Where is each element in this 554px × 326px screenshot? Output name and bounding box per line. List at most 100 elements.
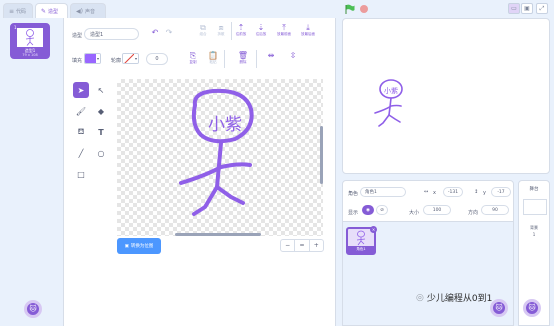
- circle-tool[interactable]: ○: [93, 145, 109, 161]
- reshape-icon: ↖: [97, 85, 105, 95]
- fill-label: 填充: [72, 58, 83, 64]
- costume-size: 79 x 108: [22, 53, 38, 57]
- speaker-icon: ◀): [76, 7, 83, 15]
- convert-to-bitmap-button[interactable]: ▣ 转换为位图: [117, 238, 161, 254]
- costume-name-input[interactable]: 造型1: [84, 28, 139, 40]
- sprite-tile[interactable]: × 角色1: [346, 226, 377, 255]
- costume-thumbnail: [17, 28, 43, 47]
- outline-color-picker[interactable]: ▾: [122, 53, 139, 64]
- horizontal-scrollbar[interactable]: [175, 233, 261, 236]
- sprite-info-panel: 角色 角色1 ↔ x -131 ↕ y -17 显示 ◉ ⊘ 大小 100 方向…: [342, 180, 514, 222]
- eye-icon: ◉: [366, 207, 370, 213]
- copy-button[interactable]: ⎘ 复制: [182, 51, 204, 65]
- rectangle-icon: □: [77, 169, 85, 179]
- flip-horizontal-button[interactable]: ⇹: [260, 51, 282, 60]
- paint-bucket-icon: ⛾: [77, 127, 85, 136]
- delete-button[interactable]: 🗑 删除: [232, 51, 254, 65]
- brush-icon: ✎: [41, 7, 47, 15]
- small-stage-button[interactable]: ▭: [508, 3, 520, 14]
- tab-costumes[interactable]: ✎ 造型: [35, 3, 68, 18]
- eraser-icon: ◆: [97, 106, 105, 116]
- large-stage-icon: ▣: [524, 5, 530, 12]
- text-tool[interactable]: T: [93, 124, 109, 140]
- sprite-name-input[interactable]: 角色1: [360, 187, 406, 197]
- cat-icon: 🐱: [29, 305, 37, 313]
- select-tool[interactable]: ➤: [73, 82, 89, 98]
- brush-icon: 🖌: [75, 106, 87, 116]
- flip-horizontal-icon: ⇹: [267, 51, 275, 60]
- y-input[interactable]: -17: [491, 187, 511, 197]
- forward-button[interactable]: ⇡ 往前放: [230, 23, 252, 37]
- back-label: 放最后面: [301, 32, 315, 36]
- cat-icon: 🐱: [528, 304, 536, 312]
- zoom-out-icon: −: [285, 242, 291, 249]
- delete-label: 删除: [239, 60, 247, 64]
- choose-sprite-button[interactable]: 🐱: [490, 299, 508, 317]
- large-stage-button[interactable]: ▣: [521, 3, 533, 14]
- x-input[interactable]: -131: [443, 187, 463, 197]
- stage-drawn-text: 小紫: [384, 86, 398, 95]
- fill-color-picker[interactable]: ▾: [84, 53, 101, 64]
- tab-code[interactable]: ≡ 代码: [3, 3, 33, 18]
- x-arrows-icon: ↔: [424, 189, 429, 195]
- copy-label: 复制: [189, 60, 197, 64]
- front-icon: ⤒: [282, 23, 286, 32]
- zoom-reset-button[interactable]: =: [295, 240, 310, 251]
- show-button[interactable]: ◉: [362, 205, 374, 215]
- tab-sounds[interactable]: ◀) 声音: [70, 3, 106, 18]
- tab-code-label: 代码: [16, 8, 27, 15]
- show-label: 显示: [348, 210, 359, 216]
- green-flag-icon[interactable]: [345, 4, 355, 14]
- fill-tool[interactable]: ⛾: [73, 124, 89, 140]
- small-stage-icon: ▭: [511, 5, 517, 12]
- stage-title: 舞台: [529, 187, 539, 192]
- sprite-thumb-icon: [356, 230, 366, 246]
- hide-button[interactable]: ⊘: [376, 205, 388, 215]
- fullscreen-button[interactable]: ⤢: [536, 3, 548, 14]
- choose-costume-button[interactable]: 🐱: [24, 300, 42, 318]
- paste-button[interactable]: 📋 粘贴: [202, 51, 224, 65]
- choose-backdrop-button[interactable]: 🐱: [523, 299, 541, 317]
- zoom-controls: − = +: [280, 239, 324, 252]
- zoom-in-button[interactable]: +: [310, 240, 323, 251]
- rectangle-tool[interactable]: □: [73, 166, 89, 182]
- y-arrows-icon: ↕: [474, 189, 479, 195]
- back-button[interactable]: ⤓ 放最后面: [297, 23, 319, 37]
- costume-list: 1 造型1 79 x 108 🐱: [0, 18, 64, 326]
- y-label: y: [483, 190, 486, 196]
- sprite-tile-label: 角色1: [348, 246, 374, 253]
- outline-width-input[interactable]: 0: [146, 53, 168, 65]
- arrow-icon: ➤: [77, 85, 85, 95]
- redo-icon: ↷: [165, 28, 173, 37]
- wechat-icon: ◎: [416, 292, 424, 303]
- costume-item[interactable]: 1 造型1 79 x 108: [10, 23, 50, 59]
- size-label: 大小: [409, 210, 420, 216]
- stage[interactable]: 小紫: [342, 18, 550, 174]
- paste-icon: 📋: [208, 51, 218, 60]
- flip-vertical-icon: ⇳: [289, 51, 297, 60]
- eraser-tool[interactable]: ◆: [93, 103, 109, 119]
- vertical-scrollbar[interactable]: [320, 126, 323, 184]
- front-button[interactable]: ⤒ 放最前面: [273, 23, 295, 37]
- sprite-label: 角色: [348, 191, 359, 197]
- direction-input[interactable]: 90: [481, 205, 509, 215]
- outline-label: 轮廓: [111, 58, 122, 64]
- reshape-tool[interactable]: ↖: [93, 82, 109, 98]
- zoom-out-button[interactable]: −: [281, 240, 296, 251]
- zoom-in-icon: +: [313, 242, 319, 249]
- image-icon: ▣: [124, 243, 129, 249]
- line-tool[interactable]: ╱: [73, 145, 89, 161]
- redo-button[interactable]: ↷: [158, 28, 180, 37]
- size-input[interactable]: 100: [423, 205, 451, 215]
- back-icon: ⤓: [306, 23, 310, 32]
- flip-vertical-button[interactable]: ⇳: [282, 51, 304, 60]
- backward-button[interactable]: ⇣ 往后放: [250, 23, 272, 37]
- paint-canvas[interactable]: 小紫: [117, 79, 323, 236]
- ungroup-button[interactable]: ⧈ 拆散: [210, 23, 232, 37]
- tab-sounds-label: 声音: [84, 8, 95, 15]
- text-icon: T: [98, 127, 104, 137]
- backward-label: 往后放: [255, 32, 267, 36]
- brush-tool[interactable]: 🖌: [73, 103, 89, 119]
- cat-icon: 🐱: [495, 304, 503, 312]
- stop-icon[interactable]: [360, 5, 368, 13]
